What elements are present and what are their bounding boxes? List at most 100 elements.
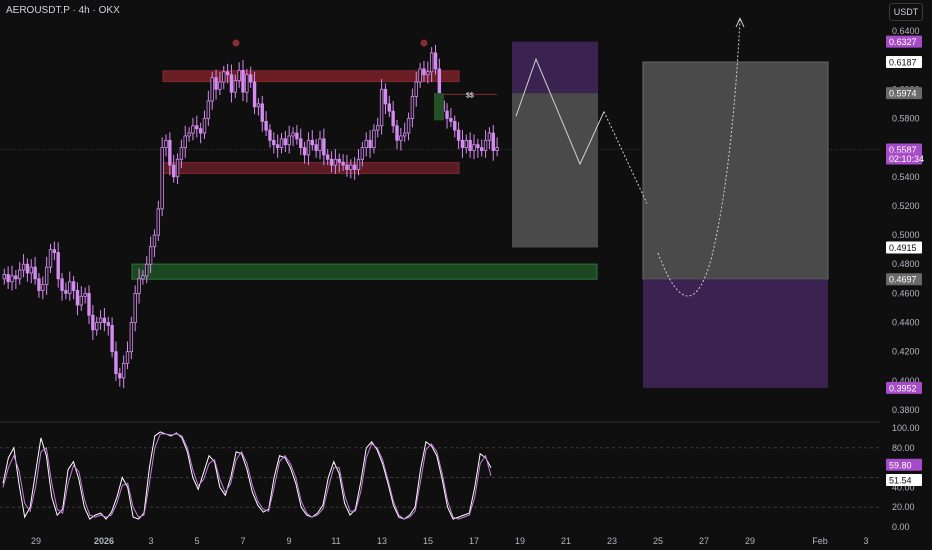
- time-tick-label: 19: [515, 536, 525, 546]
- price-tick-label: 0.4600: [892, 288, 920, 298]
- candle-body: [222, 71, 226, 83]
- candle-body: [495, 147, 499, 151]
- candle-body: [414, 81, 418, 97]
- time-tick-label: 27: [699, 536, 709, 546]
- price-tick-label: 0.5000: [892, 230, 920, 240]
- price-tick-label: 0.3800: [892, 405, 920, 415]
- candle-body: [356, 158, 361, 170]
- candle-body: [295, 132, 299, 140]
- candle-body: [6, 274, 10, 283]
- price-label: 0.6327: [889, 37, 917, 47]
- time-tick-label: 5: [194, 536, 199, 546]
- candle-body: [252, 81, 257, 108]
- candle-body: [472, 144, 476, 151]
- candle-body: [110, 325, 114, 353]
- candle-body: [306, 139, 311, 156]
- candle-body: [218, 81, 222, 90]
- price-axis: 0.64000.62000.60000.58000.56000.54000.52…: [880, 0, 932, 550]
- candle-body: [79, 295, 83, 306]
- zone-demand: [131, 263, 598, 280]
- candle-body: [21, 263, 26, 271]
- stoch-tick-label: 80.00: [892, 443, 915, 453]
- candle-body: [229, 74, 234, 93]
- candle-body: [245, 74, 249, 93]
- candle-body: [83, 292, 87, 297]
- time-tick-label: 13: [377, 536, 387, 546]
- candle-body: [395, 125, 399, 141]
- price-tick-label: 0.5200: [892, 201, 920, 211]
- candle-body: [372, 129, 376, 149]
- candle-body: [352, 164, 357, 170]
- candle-body: [379, 88, 384, 127]
- projection-drop: [603, 111, 648, 204]
- price-label: 02:10:34: [889, 154, 924, 164]
- candle-body: [406, 118, 411, 134]
- candle-body: [187, 132, 191, 137]
- candle-body: [487, 132, 492, 141]
- time-tick-label: 11: [331, 536, 340, 546]
- candle-body: [98, 317, 103, 323]
- candle-body: [268, 129, 272, 141]
- candle-body: [248, 74, 253, 83]
- candle-body: [329, 158, 334, 166]
- stoch-tick-label: 20.00: [892, 502, 915, 512]
- candle-body: [48, 249, 53, 268]
- candle-body: [33, 266, 37, 280]
- candle-body: [75, 290, 80, 306]
- candle-body: [148, 246, 153, 265]
- candle-body: [387, 103, 391, 112]
- stoch-tick-label: 100.00: [892, 423, 920, 433]
- zones-layer: [131, 41, 829, 388]
- position-box-purple: [643, 279, 828, 388]
- time-axis: 29 2026 3 5 7 9 11 13 15 17 19 21 23 25 27 29 Feb 3: [31, 536, 869, 546]
- candle-body: [337, 158, 341, 163]
- candle-body: [418, 68, 422, 83]
- candle-body: [52, 249, 57, 253]
- candle-body: [87, 292, 91, 316]
- time-tick-label: 2026: [94, 536, 114, 546]
- candle-body: [71, 281, 76, 291]
- candle-body: [206, 100, 211, 119]
- time-tick-label: 15: [423, 536, 433, 546]
- candle-body: [314, 144, 318, 151]
- candle-body: [91, 314, 95, 331]
- time-tick-label: Feb: [812, 536, 828, 546]
- candle-body: [256, 103, 261, 108]
- candle-body: [156, 208, 160, 236]
- candle-body: [360, 147, 365, 160]
- price-tick-label: 0.5800: [892, 113, 920, 123]
- candle-body: [17, 269, 22, 280]
- price-label: 0.6187: [889, 58, 917, 68]
- candle-body: [2, 274, 6, 280]
- candle-body: [179, 147, 184, 160]
- currency-button[interactable]: USDT: [889, 3, 923, 21]
- candle-body: [445, 110, 449, 119]
- swing-high-marker: [420, 39, 428, 47]
- candle-body: [345, 164, 349, 170]
- candle-body: [272, 139, 276, 146]
- stoch-k-line: [2, 431, 492, 520]
- stochastic-pane: [2, 431, 492, 520]
- candle-body: [399, 135, 403, 141]
- candle-body: [429, 52, 434, 73]
- candle-body: [426, 71, 430, 76]
- stoch-label: 59.80: [889, 460, 912, 470]
- candle-body: [449, 118, 453, 122]
- candle-body: [410, 96, 415, 119]
- time-tick-label: 29: [745, 536, 755, 546]
- price-label: 0.5974: [889, 89, 917, 99]
- liquidity-label: $$: [466, 92, 474, 99]
- price-tick-label: 0.4400: [892, 318, 920, 328]
- candle-body: [402, 132, 407, 137]
- price-tick-label: 0.6400: [892, 26, 920, 36]
- price-label: 0.4915: [889, 243, 917, 253]
- candle-body: [491, 132, 495, 151]
- candle-body: [453, 120, 457, 131]
- candle-body: [460, 139, 465, 149]
- time-tick-label: 29: [31, 536, 41, 546]
- candle-body: [349, 164, 353, 170]
- candle-body: [183, 135, 187, 149]
- candle-body: [483, 139, 488, 151]
- chart-canvas[interactable]: $$ 0.64000.62000.60000.58000.56000.54000…: [0, 0, 932, 550]
- candle-body: [468, 139, 472, 151]
